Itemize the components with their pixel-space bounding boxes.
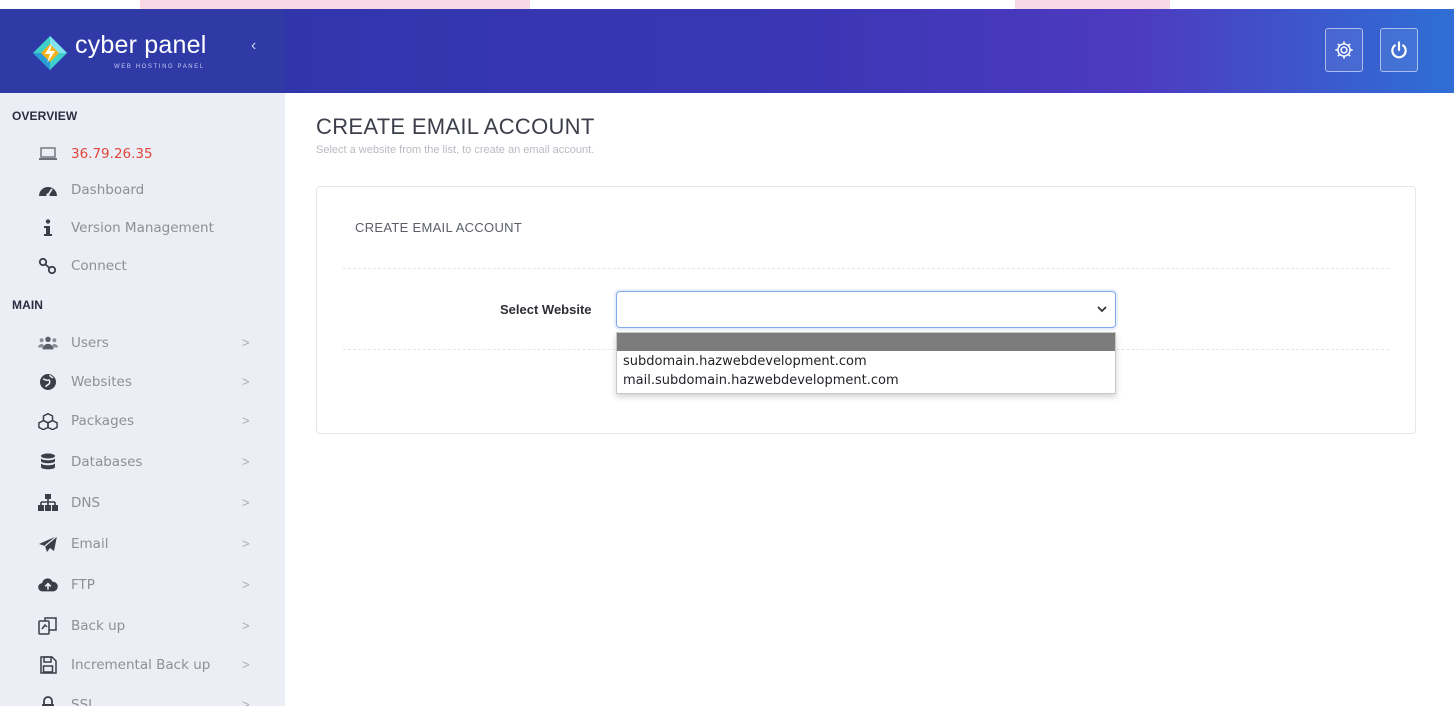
database-icon — [38, 452, 58, 472]
sidebar-item-label: SSL — [71, 697, 96, 706]
link-icon — [38, 256, 58, 276]
sidebar-item-users[interactable]: Users > — [0, 325, 285, 361]
website-options-list: subdomain.hazwebdevelopment.com mail.sub… — [616, 332, 1116, 394]
users-icon — [38, 333, 58, 353]
gear-icon — [1335, 41, 1353, 59]
sidebar-section-main: MAIN — [12, 298, 44, 312]
logout-button[interactable] — [1380, 28, 1418, 72]
sidebar-item-label: Back up — [71, 618, 126, 634]
save-icon — [38, 655, 58, 675]
dashboard-icon — [38, 180, 58, 200]
sidebar-item-packages[interactable]: Packages > — [0, 403, 285, 439]
sidebar-item-label: Databases — [71, 454, 143, 470]
sidebar-item-ftp[interactable]: FTP > — [0, 567, 285, 603]
sidebar-item-label: Connect — [71, 258, 127, 274]
sidebar-item-label: Incremental Back up — [71, 657, 211, 673]
chevron-right-icon: > — [242, 536, 250, 551]
chevron-right-icon: > — [242, 657, 250, 672]
option-blank-highlighted[interactable] — [617, 333, 1115, 351]
option-website[interactable]: mail.subdomain.hazwebdevelopment.com — [623, 373, 899, 388]
paper-plane-icon — [38, 534, 58, 554]
sidebar-item-email[interactable]: Email > — [0, 526, 285, 562]
cloud-upload-icon — [38, 575, 58, 595]
chevron-right-icon: > — [242, 577, 250, 592]
sidebar-item-label: Email — [71, 536, 109, 552]
page-title: CREATE EMAIL ACCOUNT — [316, 114, 595, 139]
brand-name: cyber panel — [75, 31, 207, 59]
sidebar-item-connect[interactable]: Connect — [0, 248, 285, 284]
chevron-right-icon: > — [242, 495, 250, 510]
brand-subtitle: WEB HOSTING PANEL — [114, 64, 205, 70]
sidebar-item-version-management[interactable]: Version Management — [0, 210, 285, 246]
sidebar-item-label: FTP — [71, 577, 95, 593]
sidebar-item-incremental-backup[interactable]: Incremental Back up > — [0, 647, 285, 683]
select-website-label: Select Website — [500, 302, 592, 317]
sitemap-icon — [38, 493, 58, 513]
info-icon — [38, 218, 58, 238]
chevron-right-icon: > — [242, 413, 250, 428]
sidebar-collapse-icon[interactable]: ‹ — [251, 37, 256, 55]
laptop-icon — [38, 144, 58, 164]
sidebar-item-label: Packages — [71, 413, 134, 429]
divider — [343, 268, 1389, 269]
sidebar: OVERVIEW 36.79.26.35 Dashboard Version M… — [0, 93, 285, 706]
sidebar-item-label: Websites — [71, 374, 132, 390]
settings-button[interactable] — [1325, 28, 1363, 72]
sidebar-item-dns[interactable]: DNS > — [0, 485, 285, 521]
sidebar-item-databases[interactable]: Databases > — [0, 444, 285, 480]
sidebar-item-label: 36.79.26.35 — [71, 146, 153, 162]
chevron-right-icon: > — [242, 697, 250, 706]
sidebar-item-label: Version Management — [71, 220, 214, 236]
top-header: cyber panel WEB HOSTING PANEL ‹ — [0, 9, 1454, 93]
brand[interactable]: cyber panel WEB HOSTING PANEL ‹ — [0, 9, 285, 93]
sidebar-section-overview: OVERVIEW — [12, 109, 78, 123]
select-website-dropdown[interactable] — [616, 291, 1116, 328]
sidebar-item-backup[interactable]: Back up > — [0, 608, 285, 644]
chevron-right-icon: > — [242, 454, 250, 469]
decorative-strip — [1015, 0, 1170, 9]
cyberpanel-logo-icon — [33, 36, 67, 70]
packages-icon — [38, 411, 58, 431]
create-email-card: CREATE EMAIL ACCOUNT Select Website — [316, 186, 1416, 434]
globe-icon — [38, 372, 58, 392]
sidebar-item-label: Dashboard — [71, 182, 145, 198]
sidebar-item-label: Users — [71, 335, 109, 351]
sidebar-item-label: DNS — [71, 495, 101, 511]
chevron-right-icon: > — [242, 374, 250, 389]
power-icon — [1391, 41, 1407, 59]
card-title: CREATE EMAIL ACCOUNT — [355, 220, 523, 235]
sidebar-item-ssl[interactable]: SSL > — [0, 687, 285, 706]
sidebar-item-dashboard[interactable]: Dashboard — [0, 172, 285, 208]
chevron-right-icon: > — [242, 335, 250, 350]
sidebar-item-websites[interactable]: Websites > — [0, 364, 285, 400]
chevron-right-icon: > — [242, 618, 250, 633]
top-strip — [0, 0, 1454, 9]
chevron-down-icon — [1097, 306, 1107, 313]
decorative-strip — [140, 0, 530, 9]
copy-icon — [38, 616, 58, 636]
page-subtitle: Select a website from the list, to creat… — [316, 144, 595, 156]
option-website[interactable]: subdomain.hazwebdevelopment.com — [623, 354, 867, 369]
sidebar-item-server-ip[interactable]: 36.79.26.35 — [0, 136, 285, 172]
lock-icon — [38, 695, 58, 706]
